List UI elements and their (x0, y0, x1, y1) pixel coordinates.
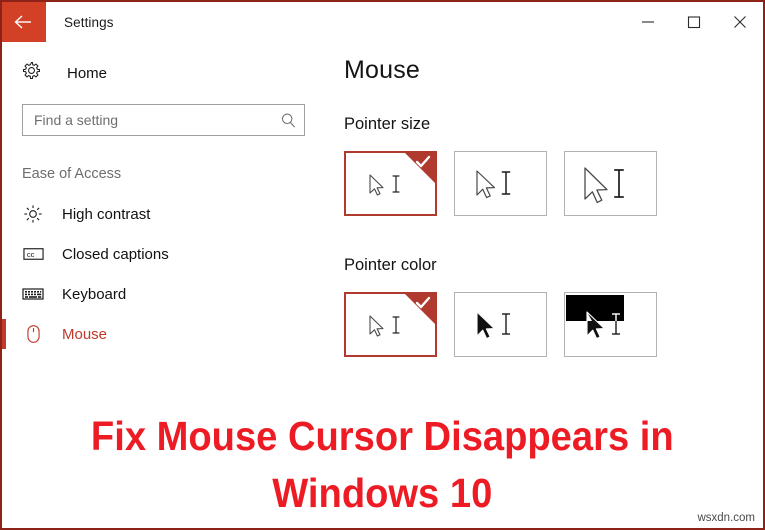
sidebar-item-closed-captions[interactable]: cc Closed captions (2, 234, 332, 274)
minimize-button[interactable] (625, 2, 671, 42)
caption-banner: Fix Mouse Cursor Disappears in Windows 1… (2, 398, 763, 528)
cursor-preview-black (455, 293, 546, 356)
pointer-color-option-inverted[interactable] (564, 292, 657, 357)
settings-window: Settings Home Find a setting Ease of Acc… (0, 0, 765, 530)
sidebar-item-home-label: Home (67, 64, 108, 82)
checkmark-icon (415, 296, 431, 309)
sidebar-item-home[interactable]: Home (2, 56, 332, 90)
close-button[interactable] (717, 2, 763, 42)
sidebar: Home Ease of Access (2, 42, 332, 397)
pointer-color-option-black[interactable] (454, 292, 547, 357)
sidebar-group-header: Ease of Access (22, 166, 122, 182)
watermark: wsxdn.com (697, 512, 755, 524)
caption-line-2: Windows 10 (272, 470, 493, 516)
svg-text:cc: cc (26, 250, 34, 259)
maximize-icon (687, 15, 701, 29)
window-title: Settings (64, 14, 114, 30)
caption-line-1: Fix Mouse Cursor Disappears in (91, 413, 674, 459)
sidebar-item-label: High contrast (62, 205, 151, 223)
sidebar-item-label: Mouse (62, 325, 108, 343)
pointer-color-options (344, 292, 763, 357)
sidebar-item-label: Closed captions (62, 245, 169, 263)
cursor-preview-medium (455, 152, 546, 215)
closed-captions-icon: cc (22, 243, 44, 265)
pointer-size-heading: Pointer size (344, 115, 431, 133)
pointer-size-option-medium[interactable] (454, 151, 547, 216)
pointer-size-option-small[interactable] (344, 151, 437, 216)
title-bar: Settings (2, 2, 763, 42)
window-body: Home Ease of Access (2, 42, 763, 397)
sidebar-item-label: Keyboard (62, 285, 127, 303)
mouse-icon (22, 323, 44, 345)
sidebar-nav-list: High contrast cc Closed captions Keyboar… (2, 194, 332, 354)
search-icon[interactable] (272, 105, 304, 135)
pointer-color-option-white[interactable] (344, 292, 437, 357)
sidebar-item-mouse[interactable]: Mouse (2, 314, 332, 354)
brightness-icon (22, 203, 44, 225)
pointer-size-option-large[interactable] (564, 151, 657, 216)
back-button[interactable] (2, 2, 46, 42)
checkmark-icon (415, 155, 431, 168)
page-title: Mouse (344, 56, 421, 84)
search-input[interactable] (23, 105, 272, 135)
search-box[interactable] (22, 104, 305, 136)
sidebar-item-keyboard[interactable]: Keyboard (2, 274, 332, 314)
keyboard-icon (22, 283, 44, 305)
pointer-size-options (344, 151, 763, 216)
back-arrow-icon (13, 14, 35, 30)
minimize-icon (641, 16, 655, 28)
gear-icon (22, 61, 41, 85)
maximize-button[interactable] (671, 2, 717, 42)
close-icon (733, 15, 747, 29)
pointer-color-heading: Pointer color (344, 256, 437, 274)
cursor-preview-large (565, 152, 656, 215)
content-pane: Mouse Pointer size Pointer color (332, 42, 763, 397)
sidebar-item-high-contrast[interactable]: High contrast (2, 194, 332, 234)
cursor-preview-inverted (565, 293, 656, 356)
